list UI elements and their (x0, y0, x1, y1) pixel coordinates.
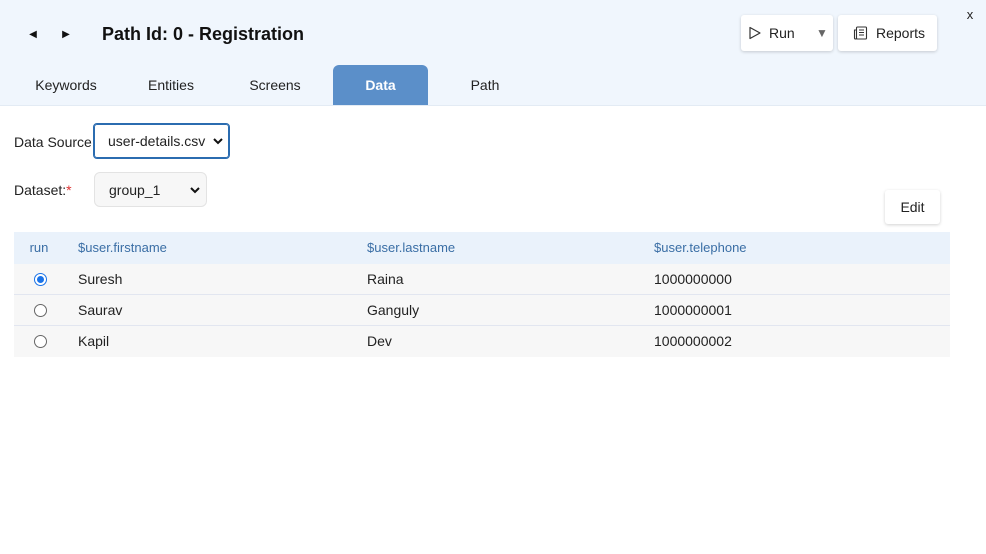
run-radio[interactable] (34, 304, 47, 317)
run-radio[interactable] (34, 335, 47, 348)
run-button-label: Run (769, 25, 795, 41)
dataset-select[interactable]: group_1 (94, 172, 207, 207)
run-button-group: Run ▼ (741, 15, 833, 51)
tab-path[interactable]: Path (440, 65, 530, 105)
back-arrow-icon[interactable]: ◀ (23, 24, 43, 44)
report-document-icon (853, 26, 868, 40)
cell-telephone: 1000000002 (654, 333, 732, 349)
cell-firstname: Kapil (78, 333, 110, 349)
tab-data[interactable]: Data (333, 65, 428, 105)
reports-button-label: Reports (876, 25, 926, 41)
cell-telephone: 1000000000 (654, 271, 732, 287)
forward-arrow-icon[interactable]: ▶ (56, 24, 76, 44)
table-header: run $user.firstname $user.lastname $user… (14, 232, 950, 264)
tab-screens[interactable]: Screens (230, 65, 320, 105)
required-marker: * (66, 182, 72, 198)
table-row[interactable]: Suresh Raina 1000000000 (14, 264, 950, 295)
dataset-value: group_1 (109, 181, 161, 198)
tab-keywords[interactable]: Keywords (20, 65, 112, 105)
table-row[interactable]: Kapil Dev 1000000002 (14, 326, 950, 357)
table-body: Suresh Raina 1000000000 Saurav Ganguly 1… (14, 264, 950, 357)
cell-firstname: Suresh (78, 271, 123, 287)
column-header-run: run (29, 240, 49, 255)
data-source-label: Data Source: (14, 134, 96, 150)
chevron-down-icon (190, 186, 200, 193)
table-row[interactable]: Saurav Ganguly 1000000001 (14, 295, 950, 326)
cell-firstname: Saurav (78, 302, 123, 318)
run-radio[interactable] (34, 273, 47, 286)
edit-button[interactable]: Edit (885, 190, 940, 224)
cell-lastname: Ganguly (367, 302, 420, 318)
cell-lastname: Raina (367, 271, 404, 287)
page-header: ◀ ▶ Path Id: 0 - Registration Run ▼ Repo… (0, 0, 986, 106)
run-dropdown-icon[interactable]: ▼ (811, 15, 833, 51)
column-header-lastname: $user.lastname (367, 240, 456, 255)
dataset-label-text: Dataset: (14, 182, 67, 198)
close-button[interactable]: x (963, 7, 977, 23)
column-header-telephone: $user.telephone (654, 240, 747, 255)
cell-telephone: 1000000001 (654, 302, 732, 318)
reports-button[interactable]: Reports (838, 15, 937, 51)
tab-entities[interactable]: Entities (126, 65, 216, 105)
chevron-down-icon (213, 138, 223, 145)
dataset-label: Dataset:* (14, 182, 72, 198)
cell-lastname: Dev (367, 333, 392, 349)
page-title: Path Id: 0 - Registration (102, 24, 305, 44)
data-source-value: user-details.csv (108, 133, 206, 149)
column-header-firstname: $user.firstname (78, 240, 167, 255)
play-outline-icon (749, 26, 761, 40)
data-source-select[interactable]: user-details.csv (93, 123, 230, 159)
run-button[interactable]: Run (741, 15, 807, 51)
data-table: run $user.firstname $user.lastname $user… (14, 232, 950, 357)
